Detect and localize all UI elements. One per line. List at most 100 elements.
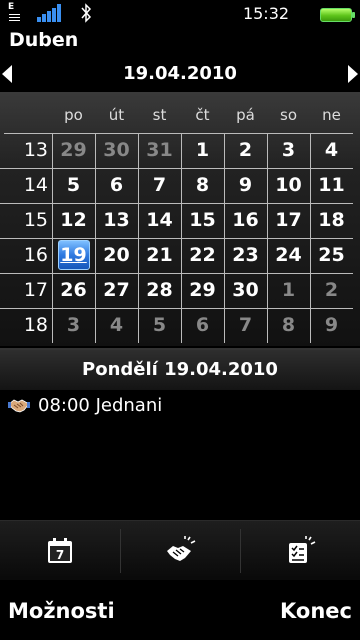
battery-icon bbox=[320, 8, 355, 22]
day-number: 28 bbox=[146, 279, 173, 301]
day-cell[interactable]: 26 bbox=[52, 273, 95, 308]
day-cell[interactable]: 2 bbox=[310, 273, 353, 308]
day-number: 20 bbox=[103, 244, 130, 266]
day-cell[interactable]: 5 bbox=[138, 308, 181, 343]
day-cell[interactable]: 18 bbox=[310, 203, 353, 238]
day-number: 13 bbox=[103, 209, 130, 231]
day-number: 1 bbox=[281, 279, 296, 301]
signal-strength-icon bbox=[37, 4, 63, 22]
day-number: 12 bbox=[60, 209, 87, 231]
weekday-header: ne bbox=[322, 106, 341, 124]
clock: 15:32 bbox=[242, 4, 290, 23]
day-cell[interactable]: 24 bbox=[267, 238, 310, 273]
day-number: 22 bbox=[189, 244, 216, 266]
new-todo-icon bbox=[289, 536, 316, 563]
weekday-header: čt bbox=[195, 106, 210, 124]
day-cell[interactable]: 28 bbox=[138, 273, 181, 308]
day-number: 15 bbox=[189, 209, 216, 231]
day-number: 16 bbox=[232, 209, 259, 231]
day-number: 3 bbox=[281, 139, 296, 161]
day-cell[interactable]: 13 bbox=[95, 203, 138, 238]
weekday-header: so bbox=[280, 106, 297, 124]
day-cell[interactable]: 10 bbox=[267, 168, 310, 203]
month-title: Duben bbox=[9, 29, 79, 51]
day-cell[interactable]: 9 bbox=[224, 168, 267, 203]
day-cell[interactable]: 7 bbox=[138, 168, 181, 203]
day-number: 25 bbox=[318, 244, 345, 266]
day-cell[interactable]: 16 bbox=[224, 203, 267, 238]
toolbar: 7 bbox=[0, 520, 360, 581]
weekday-header: pá bbox=[236, 106, 255, 124]
weekday-header: út bbox=[108, 106, 125, 124]
day-cell[interactable]: 30 bbox=[95, 133, 138, 168]
day-cell[interactable]: 29 bbox=[52, 133, 95, 168]
day-cell[interactable]: 21 bbox=[138, 238, 181, 273]
day-number: 11 bbox=[318, 174, 345, 196]
day-number: 29 bbox=[189, 279, 216, 301]
previous-arrow-icon[interactable] bbox=[2, 65, 12, 83]
calendar-day-icon: 7 bbox=[48, 538, 72, 563]
meeting-handshake-icon bbox=[8, 399, 30, 413]
weekday-header: po bbox=[64, 106, 83, 124]
new-meeting-button[interactable] bbox=[120, 521, 240, 581]
day-cell[interactable]: 22 bbox=[181, 238, 224, 273]
exit-softkey[interactable]: Konec bbox=[280, 598, 352, 624]
day-number: 5 bbox=[66, 174, 81, 196]
day-cell[interactable]: 4 bbox=[310, 133, 353, 168]
day-cell[interactable]: 20 bbox=[95, 238, 138, 273]
day-cell[interactable]: 8 bbox=[267, 308, 310, 343]
calendar-day-number: 7 bbox=[56, 548, 64, 562]
day-cell[interactable]: 1 bbox=[181, 133, 224, 168]
day-number: 2 bbox=[324, 279, 339, 301]
day-cell[interactable]: 9 bbox=[310, 308, 353, 343]
day-title: Pondělí 19.04.2010 bbox=[82, 359, 278, 380]
day-cell[interactable]: 27 bbox=[95, 273, 138, 308]
day-cell[interactable]: 6 bbox=[95, 168, 138, 203]
day-cell[interactable]: 1 bbox=[267, 273, 310, 308]
day-cell[interactable]: 31 bbox=[138, 133, 181, 168]
day-number: 18 bbox=[318, 209, 345, 231]
day-number: 8 bbox=[195, 174, 210, 196]
day-cell[interactable]: 4 bbox=[95, 308, 138, 343]
day-number: 29 bbox=[60, 139, 87, 161]
day-cell[interactable]: 12 bbox=[52, 203, 95, 238]
day-number: 5 bbox=[152, 314, 167, 336]
grid-line bbox=[267, 133, 268, 343]
day-cell[interactable]: 8 bbox=[181, 168, 224, 203]
day-cell[interactable]: 15 bbox=[181, 203, 224, 238]
day-number: 30 bbox=[103, 139, 130, 161]
day-number: 17 bbox=[275, 209, 302, 231]
day-cell[interactable]: 25 bbox=[310, 238, 353, 273]
day-cell[interactable]: 3 bbox=[267, 133, 310, 168]
day-cell[interactable]: 5 bbox=[52, 168, 95, 203]
softkey-bar: Možnosti Konec bbox=[0, 580, 360, 640]
day-number: 1 bbox=[195, 139, 210, 161]
day-number: 14 bbox=[146, 209, 173, 231]
day-cell[interactable]: 23 bbox=[224, 238, 267, 273]
day-number: 26 bbox=[60, 279, 87, 301]
week-number: 16 bbox=[23, 244, 48, 266]
selected-day-cell[interactable]: 19 bbox=[52, 238, 95, 273]
next-arrow-icon[interactable] bbox=[348, 65, 358, 83]
day-number: 24 bbox=[275, 244, 302, 266]
options-softkey[interactable]: Možnosti bbox=[8, 598, 115, 624]
day-number: 27 bbox=[103, 279, 130, 301]
weekday-header: st bbox=[152, 106, 167, 124]
day-number: 30 bbox=[232, 279, 259, 301]
day-cell[interactable]: 2 bbox=[224, 133, 267, 168]
day-number: 6 bbox=[195, 314, 210, 336]
day-cell[interactable]: 7 bbox=[224, 308, 267, 343]
day-cell[interactable]: 11 bbox=[310, 168, 353, 203]
day-number: 7 bbox=[152, 174, 167, 196]
week-number: 17 bbox=[23, 279, 48, 301]
day-number: 6 bbox=[109, 174, 124, 196]
day-view-button[interactable]: 7 bbox=[0, 521, 120, 581]
day-cell[interactable]: 3 bbox=[52, 308, 95, 343]
day-cell[interactable]: 29 bbox=[181, 273, 224, 308]
day-cell[interactable]: 14 bbox=[138, 203, 181, 238]
day-cell[interactable]: 30 bbox=[224, 273, 267, 308]
day-cell[interactable]: 17 bbox=[267, 203, 310, 238]
network-type-label: E bbox=[8, 2, 15, 12]
new-todo-button[interactable] bbox=[240, 521, 360, 581]
day-cell[interactable]: 6 bbox=[181, 308, 224, 343]
